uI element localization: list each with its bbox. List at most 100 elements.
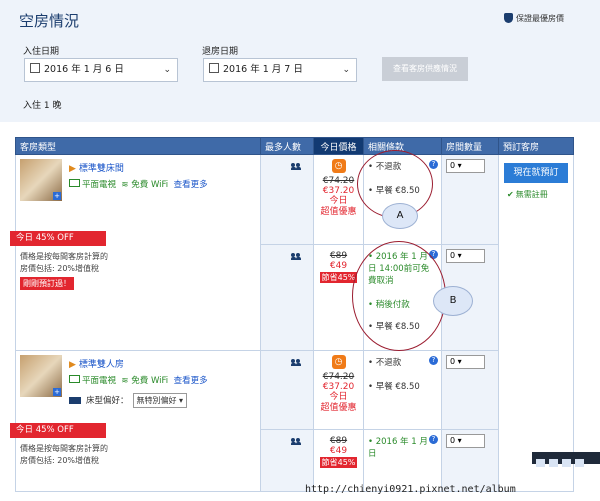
- old-price: €74.20: [322, 176, 355, 186]
- more-amenities-link[interactable]: 查看更多: [174, 180, 208, 190]
- checkin-field[interactable]: 2016 年 1 月 6 日 ⌄: [24, 58, 178, 82]
- tv-icon: [69, 375, 80, 383]
- tv-icon: [69, 179, 80, 187]
- check-availability-button[interactable]: 查看客房供應情況: [382, 57, 468, 81]
- discount-badge: 節省45%: [319, 456, 358, 468]
- help-icon[interactable]: ?: [429, 434, 438, 444]
- new-price: €49: [329, 261, 348, 272]
- price-cell: €89 €49 節省45%: [313, 428, 364, 493]
- stay-length: 入住 1 晚: [23, 101, 62, 111]
- price-note: 價格是按每間客房計算的: [20, 444, 108, 453]
- chevron-down-icon: ⌄: [163, 65, 171, 75]
- tax-note: 房價包括: 20%增值稅: [20, 456, 100, 465]
- qty-select[interactable]: 0 ▾: [446, 433, 485, 448]
- today-label: 今日: [329, 196, 348, 206]
- help-icon[interactable]: ?: [429, 356, 438, 365]
- qty-cell: 0 ▾: [441, 153, 499, 246]
- wifi-icon: ≋: [121, 180, 129, 190]
- room-2-cell: + ▶ 標準雙人房 平面電視 ≋ 免費 WiFi 查看更多 床型偏好： 無特別偏好 …: [10, 350, 261, 492]
- book-cell: 現在就預訂 ✔ 無需註冊: [498, 154, 574, 492]
- room-photo[interactable]: +: [20, 355, 62, 397]
- qty-select[interactable]: 0 ▾: [446, 355, 485, 369]
- guarantee-label: 保證最優房價: [516, 14, 564, 23]
- deal-icon: ◷: [331, 159, 346, 173]
- tray-icon: [575, 459, 584, 467]
- taskbar-tray: [532, 452, 600, 467]
- annotation-label-a: A: [382, 203, 418, 229]
- checkout-value: 2016 年 1 月 7 日: [223, 64, 303, 75]
- policy-cell: • 不退款 • 早餐 €8.50 ?: [363, 350, 442, 430]
- old-price: €89: [329, 435, 348, 446]
- room-name: 標準雙人房: [78, 360, 124, 370]
- check-icon: ✔: [507, 190, 514, 199]
- col-room-type: 客房類型: [15, 137, 261, 155]
- max-people-cell: [260, 428, 314, 493]
- bed-preference: 床型偏好： 無特別偏好 ▾: [69, 393, 188, 408]
- amenity-tv: 平面電視: [82, 376, 117, 386]
- qty-select[interactable]: 0 ▾: [446, 159, 485, 173]
- amenity-tv: 平面電視: [82, 180, 117, 190]
- qty-select[interactable]: 0 ▾: [446, 249, 485, 264]
- annotation-circle-b: [352, 241, 446, 351]
- checkout-label: 退房日期: [202, 47, 239, 57]
- discount-badge: 節省45%: [319, 272, 358, 284]
- policy-free-cancel: • 2016 年 1 月 6 日: [368, 436, 436, 459]
- shield-icon: [504, 13, 513, 23]
- recently-booked-badge: 剛剛預訂過！: [20, 277, 74, 290]
- annotation-label-b: B: [433, 286, 473, 316]
- special-label: 超值優惠: [320, 207, 357, 217]
- old-price: €89: [329, 251, 348, 262]
- room-name-link[interactable]: ▶ 標準雙人房: [69, 357, 124, 370]
- room-1-cell: + ▶ 標準雙床間 平面電視 ≋ 免費 WiFi 查看更多 今日 45% OFF …: [10, 154, 261, 351]
- room-photo[interactable]: +: [20, 159, 62, 201]
- amenity-wifi: 免費 WiFi: [131, 376, 169, 386]
- table-row: + ▶ 標準雙人房 平面電視 ≋ 免費 WiFi 查看更多 床型偏好： 無特別偏好 …: [10, 350, 574, 492]
- checkin-label: 入住日期: [23, 47, 60, 57]
- special-label: 超值優惠: [320, 403, 357, 413]
- help-icon[interactable]: ?: [429, 160, 438, 169]
- new-price: €37.20: [322, 186, 355, 196]
- price-cell: ◷ €74.20 €37.20 今日 超值優惠: [313, 153, 364, 246]
- chevron-down-icon: ⌄: [342, 65, 350, 75]
- rooms-table: 客房類型 最多人數 今日價格 相關條款 房間數量 預訂客房 + ▶ 標準雙床間 平…: [10, 137, 574, 493]
- people-icon: [291, 253, 301, 261]
- more-amenities-link[interactable]: 查看更多: [174, 376, 208, 386]
- no-registration: ✔ 無需註冊: [507, 190, 548, 199]
- today-label: 今日: [329, 392, 348, 402]
- availability-panel: 空房情況 保證最優房價 入住日期 退房日期 2016 年 1 月 6 日 ⌄ 20…: [0, 0, 600, 122]
- calendar-icon: [209, 63, 219, 73]
- deal-icon: ◷: [331, 355, 346, 369]
- table-header-row: 客房類型 最多人數 今日價格 相關條款 房間數量 預訂客房: [15, 137, 574, 155]
- new-price: €37.20: [322, 382, 355, 392]
- price-note: 價格是按每間客房計算的: [20, 252, 108, 261]
- zoom-icon: +: [53, 192, 61, 200]
- room-name-link[interactable]: ▶ 標準雙床間: [69, 161, 124, 174]
- arrow-icon: ▶: [69, 360, 76, 370]
- watermark: http://chienyi0921.pixnet.net/album: [305, 484, 516, 495]
- tax-note: 房價包括: 20%增值稅: [20, 264, 100, 273]
- max-people-cell: [260, 244, 314, 351]
- best-price-guarantee[interactable]: 保證最優房價: [504, 13, 564, 24]
- zoom-icon: +: [53, 388, 61, 396]
- max-people-cell: [260, 350, 314, 430]
- deal-badge: 今日 45% OFF: [10, 423, 106, 438]
- checkout-field[interactable]: 2016 年 1 月 7 日 ⌄: [203, 58, 357, 82]
- policy-cell: • 2016 年 1 月 6 日 ?: [363, 428, 442, 493]
- amenities: 平面電視 ≋ 免費 WiFi 查看更多: [69, 178, 208, 190]
- new-price: €49: [329, 445, 348, 456]
- people-icon: [291, 359, 301, 366]
- max-people-cell: [260, 153, 314, 246]
- price-cell: ◷ €74.20 €37.20 今日 超值優惠: [313, 350, 364, 430]
- room-name: 標準雙床間: [78, 164, 124, 174]
- tray-icon: [536, 459, 545, 467]
- qty-cell: 0 ▾: [441, 428, 499, 493]
- book-now-button[interactable]: 現在就預訂: [504, 163, 568, 183]
- bed-icon: [69, 397, 81, 404]
- bed-pref-label: 床型偏好：: [86, 396, 129, 406]
- arrow-icon: ▶: [69, 164, 76, 174]
- page-title: 空房情況: [19, 12, 80, 30]
- col-book: 預訂客房: [498, 137, 574, 155]
- bed-preference-select[interactable]: 無特別偏好 ▾: [132, 393, 188, 408]
- col-today-price: 今日價格: [313, 137, 364, 155]
- qty-cell: 0 ▾: [441, 350, 499, 430]
